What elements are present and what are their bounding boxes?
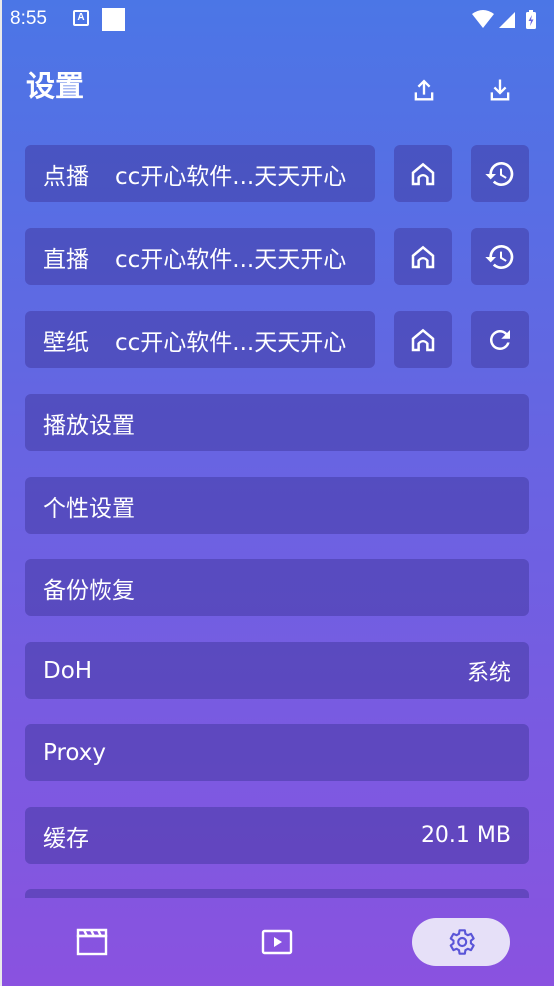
text-a-icon: A xyxy=(73,10,89,26)
signal-icon xyxy=(499,12,515,28)
square-icon xyxy=(102,8,125,31)
download-icon xyxy=(490,79,510,101)
status-bar: 8:55 A xyxy=(2,0,554,40)
proxy-row[interactable]: Proxy xyxy=(25,724,529,781)
doh-value: 系统 xyxy=(466,660,511,686)
status-time: 8:55 xyxy=(10,8,47,29)
home-icon xyxy=(411,162,435,185)
backup-restore-row[interactable]: 备份恢复 xyxy=(25,559,529,616)
live-home-button[interactable] xyxy=(394,228,452,285)
play-settings-label: 播放设置 xyxy=(43,412,135,439)
vod-label: 点播 xyxy=(43,163,89,190)
doh-label: DoH xyxy=(43,657,93,684)
home-icon xyxy=(411,245,435,268)
wallpaper-label: 壁纸 xyxy=(43,329,89,356)
download-button[interactable] xyxy=(480,70,520,110)
live-site-name: cc开心软件...天天开心 xyxy=(115,246,347,273)
doh-row[interactable]: DoH 系统 xyxy=(25,642,529,699)
app-screen: 8:55 A 设置 点播 cc开心软件...天天开心 直播 cc开心软件...天… xyxy=(2,0,554,986)
page-title: 设置 xyxy=(26,69,85,103)
personal-settings-label: 个性设置 xyxy=(43,495,135,522)
live-icon xyxy=(261,929,293,955)
wallpaper-site-name: cc开心软件...天天开心 xyxy=(115,329,347,356)
bottom-navigation xyxy=(2,898,554,986)
upload-icon xyxy=(414,79,434,101)
system-status-icons xyxy=(470,8,544,30)
wallpaper-home-button[interactable] xyxy=(394,311,452,368)
backup-restore-label: 备份恢复 xyxy=(43,577,135,604)
wallpaper-refresh-button[interactable] xyxy=(471,311,529,368)
live-source-row[interactable]: 直播 cc开心软件...天天开心 xyxy=(25,228,375,285)
personal-settings-row[interactable]: 个性设置 xyxy=(25,477,529,534)
video-icon xyxy=(76,928,108,956)
wifi-icon xyxy=(472,10,494,28)
cache-row[interactable]: 缓存 20.1 MB xyxy=(25,807,529,864)
upload-button[interactable] xyxy=(404,70,444,110)
vod-site-name: cc开心软件...天天开心 xyxy=(115,163,347,190)
nav-live[interactable] xyxy=(245,918,309,966)
vod-history-button[interactable] xyxy=(471,145,529,202)
nav-video[interactable] xyxy=(60,918,124,966)
vod-source-row[interactable]: 点播 cc开心软件...天天开心 xyxy=(25,145,375,202)
refresh-icon xyxy=(489,329,510,350)
home-icon xyxy=(411,328,435,351)
battery-charging-icon xyxy=(526,10,536,29)
cache-label: 缓存 xyxy=(43,825,89,852)
wallpaper-source-row[interactable]: 壁纸 cc开心软件...天天开心 xyxy=(25,311,375,368)
history-icon xyxy=(485,161,514,186)
play-settings-row[interactable]: 播放设置 xyxy=(25,394,529,451)
vod-home-button[interactable] xyxy=(394,145,452,202)
nav-settings[interactable] xyxy=(412,918,510,966)
live-history-button[interactable] xyxy=(471,228,529,285)
cache-value: 20.1 MB xyxy=(420,823,511,848)
history-icon xyxy=(485,244,514,269)
proxy-label: Proxy xyxy=(43,739,107,766)
settings-icon xyxy=(449,929,475,955)
live-label: 直播 xyxy=(43,246,89,273)
